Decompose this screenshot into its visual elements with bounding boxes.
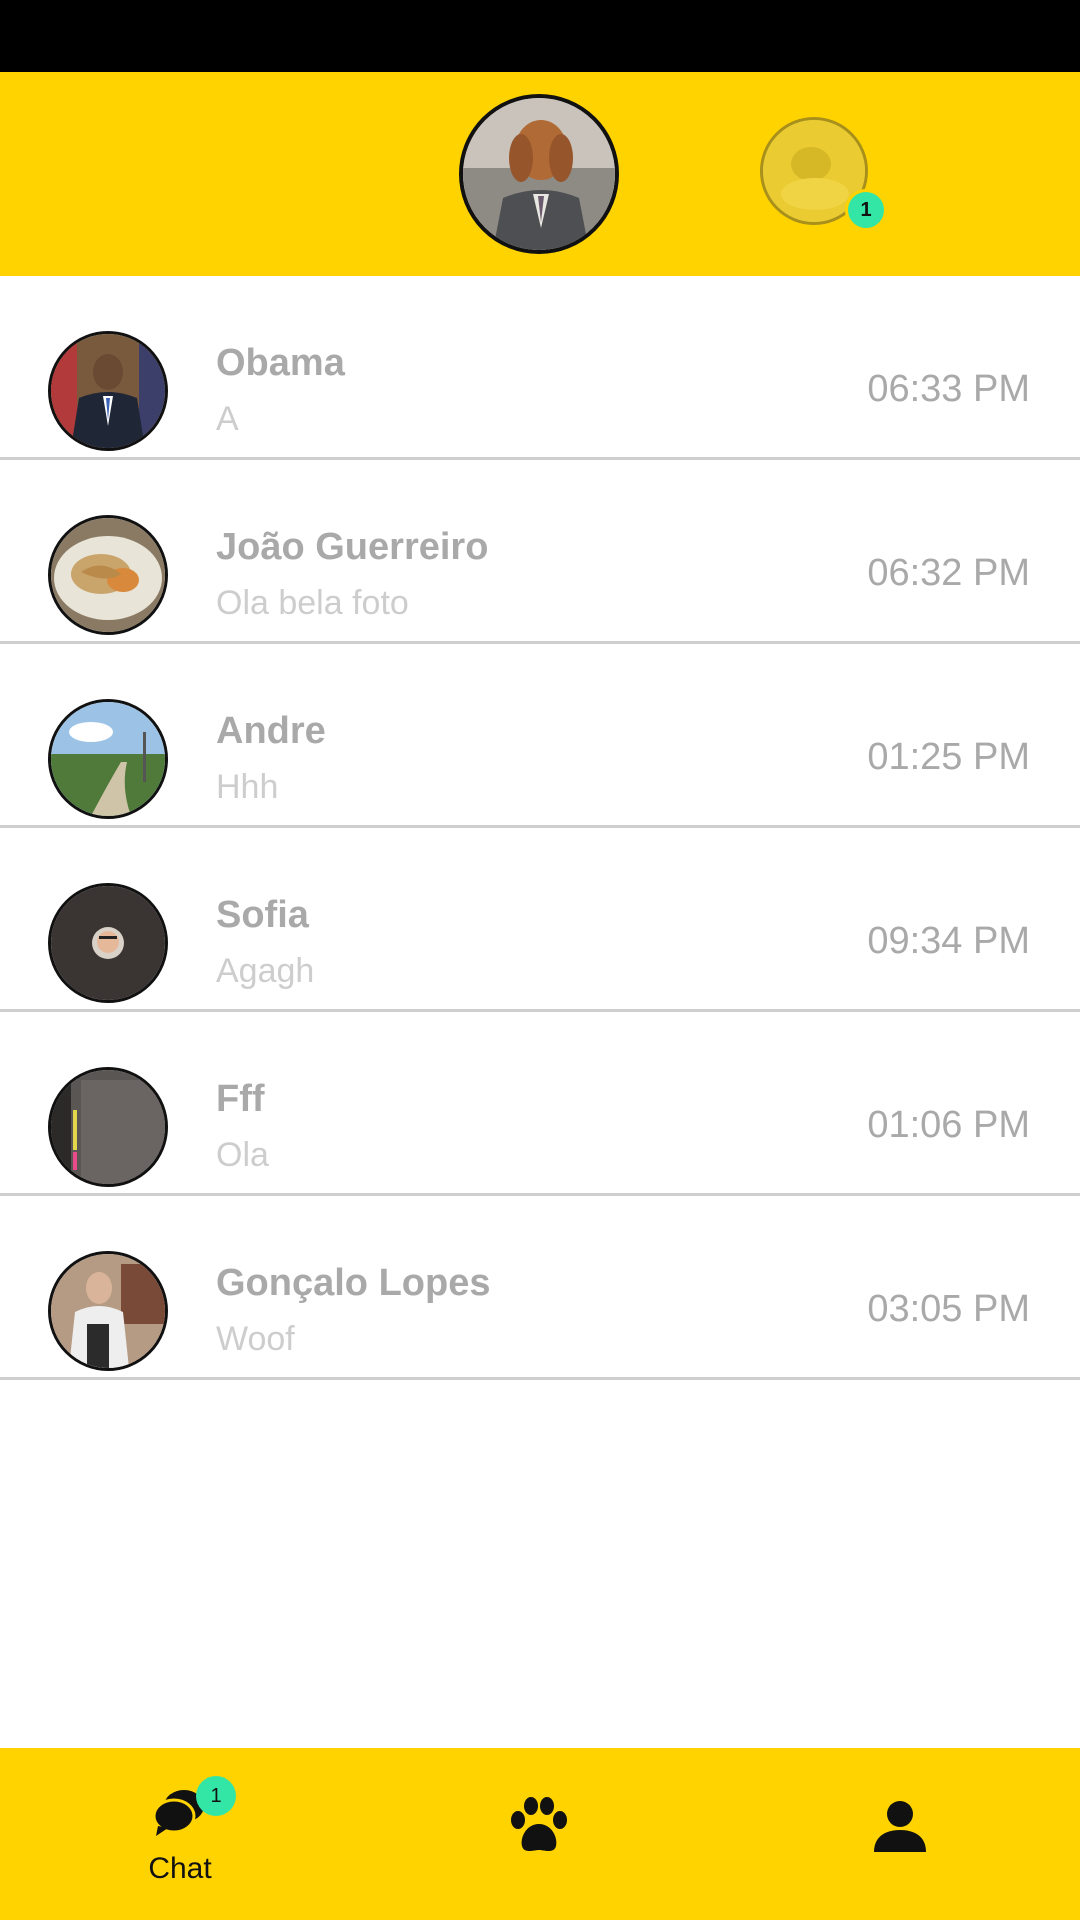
contact-name: Sofia bbox=[216, 894, 309, 936]
nav-chat-label: Chat bbox=[148, 1852, 212, 1885]
contact-name: Fff bbox=[216, 1078, 265, 1120]
nav-profile-tab[interactable] bbox=[800, 1748, 1000, 1920]
profile-avatar[interactable] bbox=[459, 94, 619, 254]
chat-row[interactable]: Gonçalo Lopes Woof 03:05 PM bbox=[0, 1196, 1080, 1380]
chat-row[interactable]: Fff Ola 01:06 PM bbox=[0, 1012, 1080, 1196]
last-message: Ola bela foto bbox=[216, 584, 409, 622]
nav-chat-tab[interactable]: 1 Chat bbox=[80, 1748, 280, 1920]
bottom-navigation: 1 Chat bbox=[0, 1748, 1080, 1920]
message-time: 09:34 PM bbox=[867, 920, 1030, 962]
contact-name: Andre bbox=[216, 710, 326, 752]
message-time: 06:33 PM bbox=[867, 368, 1030, 410]
contact-avatar bbox=[48, 883, 168, 1003]
pet-notification-badge: 1 bbox=[845, 189, 887, 231]
chat-row[interactable]: Sofia Agagh 09:34 PM bbox=[0, 828, 1080, 1012]
message-time: 06:32 PM bbox=[867, 552, 1030, 594]
status-bar bbox=[0, 0, 1080, 72]
last-message: Agagh bbox=[216, 952, 315, 990]
chat-row[interactable]: João Guerreiro Ola bela foto 06:32 PM bbox=[0, 460, 1080, 644]
contact-avatar bbox=[48, 1067, 168, 1187]
chat-row[interactable]: Obama A 06:33 PM bbox=[0, 276, 1080, 460]
last-message: A bbox=[216, 400, 239, 438]
top-header: 1 bbox=[0, 72, 1080, 276]
contact-name: Gonçalo Lopes bbox=[216, 1262, 491, 1304]
last-message: Ola bbox=[216, 1136, 269, 1174]
contact-name: Obama bbox=[216, 342, 345, 384]
person-icon bbox=[872, 1800, 928, 1857]
chat-row[interactable]: Andre Hhh 01:25 PM bbox=[0, 644, 1080, 828]
chat-unread-badge: 1 bbox=[196, 1776, 236, 1816]
contact-avatar bbox=[48, 699, 168, 819]
nav-pets-tab[interactable] bbox=[440, 1748, 640, 1920]
last-message: Woof bbox=[216, 1320, 295, 1358]
contact-avatar bbox=[48, 331, 168, 451]
contact-avatar bbox=[48, 515, 168, 635]
last-message: Hhh bbox=[216, 768, 279, 806]
contact-avatar bbox=[48, 1251, 168, 1371]
message-time: 01:25 PM bbox=[867, 736, 1030, 778]
paw-icon bbox=[506, 1796, 572, 1861]
contact-name: João Guerreiro bbox=[216, 526, 489, 568]
message-time: 03:05 PM bbox=[867, 1288, 1030, 1330]
message-time: 01:06 PM bbox=[867, 1104, 1030, 1146]
chat-list: Obama A 06:33 PM João Guerreiro Ola bela… bbox=[0, 276, 1080, 1380]
